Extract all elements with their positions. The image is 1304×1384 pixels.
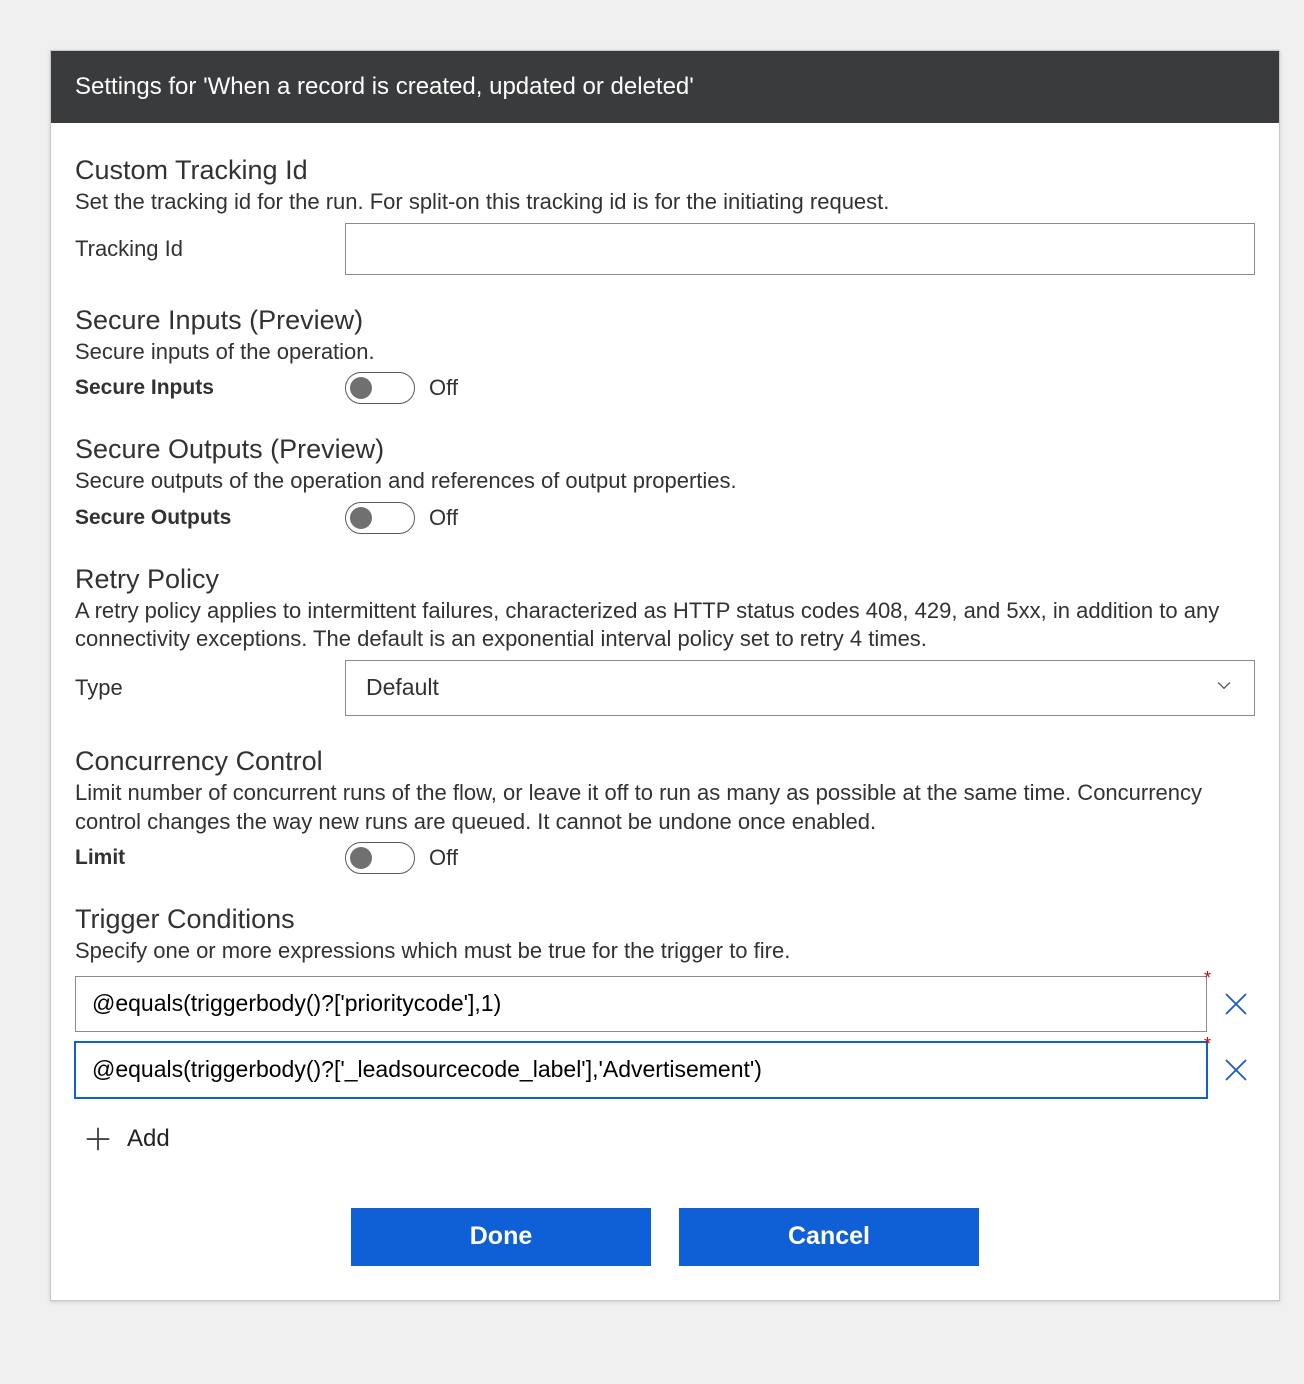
custom-tracking-title: Custom Tracking Id bbox=[75, 155, 1255, 186]
retry-type-label: Type bbox=[75, 675, 345, 701]
secure-inputs-state: Off bbox=[429, 375, 458, 401]
secure-outputs-title: Secure Outputs (Preview) bbox=[75, 434, 1255, 465]
secure-outputs-label: Secure Outputs bbox=[75, 506, 345, 530]
section-retry-policy: Retry Policy A retry policy applies to i… bbox=[75, 564, 1255, 716]
done-button[interactable]: Done bbox=[351, 1208, 651, 1266]
panel-footer: Done Cancel bbox=[75, 1178, 1255, 1276]
tracking-id-label: Tracking Id bbox=[75, 236, 345, 262]
trigger-conditions-desc: Specify one or more expressions which mu… bbox=[75, 937, 1255, 966]
secure-outputs-state: Off bbox=[429, 505, 458, 531]
close-icon bbox=[1221, 1055, 1251, 1085]
condition-input-1[interactable] bbox=[75, 976, 1207, 1032]
section-trigger-conditions: Trigger Conditions Specify one or more e… bbox=[75, 904, 1255, 1168]
cancel-button[interactable]: Cancel bbox=[679, 1208, 979, 1266]
concurrency-desc: Limit number of concurrent runs of the f… bbox=[75, 779, 1255, 836]
secure-outputs-toggle[interactable] bbox=[345, 502, 415, 534]
section-secure-inputs: Secure Inputs (Preview) Secure inputs of… bbox=[75, 305, 1255, 405]
panel-body: Custom Tracking Id Set the tracking id f… bbox=[51, 123, 1279, 1300]
chevron-down-icon bbox=[1214, 675, 1234, 701]
retry-policy-title: Retry Policy bbox=[75, 564, 1255, 595]
secure-inputs-title: Secure Inputs (Preview) bbox=[75, 305, 1255, 336]
condition-row: * bbox=[75, 1042, 1255, 1098]
panel-header: Settings for 'When a record is created, … bbox=[51, 51, 1279, 123]
required-indicator: * bbox=[1204, 1034, 1211, 1055]
retry-policy-desc: A retry policy applies to intermittent f… bbox=[75, 597, 1255, 654]
secure-outputs-desc: Secure outputs of the operation and refe… bbox=[75, 467, 1255, 496]
close-icon bbox=[1221, 989, 1251, 1019]
add-label: Add bbox=[127, 1125, 170, 1153]
delete-condition-button[interactable] bbox=[1217, 1055, 1255, 1085]
condition-input-2[interactable] bbox=[75, 1042, 1207, 1098]
retry-type-select[interactable]: Default bbox=[345, 660, 1255, 716]
plus-icon bbox=[83, 1124, 113, 1154]
add-condition-button[interactable]: Add bbox=[75, 1110, 178, 1168]
delete-condition-button[interactable] bbox=[1217, 989, 1255, 1019]
panel-title: Settings for 'When a record is created, … bbox=[75, 73, 694, 100]
concurrency-limit-label: Limit bbox=[75, 846, 345, 870]
concurrency-state: Off bbox=[429, 845, 458, 871]
section-secure-outputs: Secure Outputs (Preview) Secure outputs … bbox=[75, 434, 1255, 534]
retry-type-value: Default bbox=[366, 674, 439, 701]
secure-inputs-desc: Secure inputs of the operation. bbox=[75, 338, 1255, 367]
condition-row: * bbox=[75, 976, 1255, 1032]
concurrency-title: Concurrency Control bbox=[75, 746, 1255, 777]
custom-tracking-desc: Set the tracking id for the run. For spl… bbox=[75, 188, 1255, 217]
trigger-conditions-title: Trigger Conditions bbox=[75, 904, 1255, 935]
section-concurrency: Concurrency Control Limit number of conc… bbox=[75, 746, 1255, 874]
tracking-id-input[interactable] bbox=[345, 223, 1255, 275]
section-custom-tracking: Custom Tracking Id Set the tracking id f… bbox=[75, 155, 1255, 275]
required-indicator: * bbox=[1204, 968, 1211, 989]
secure-inputs-label: Secure Inputs bbox=[75, 376, 345, 400]
secure-inputs-toggle[interactable] bbox=[345, 372, 415, 404]
concurrency-toggle[interactable] bbox=[345, 842, 415, 874]
settings-panel: Settings for 'When a record is created, … bbox=[50, 50, 1280, 1301]
